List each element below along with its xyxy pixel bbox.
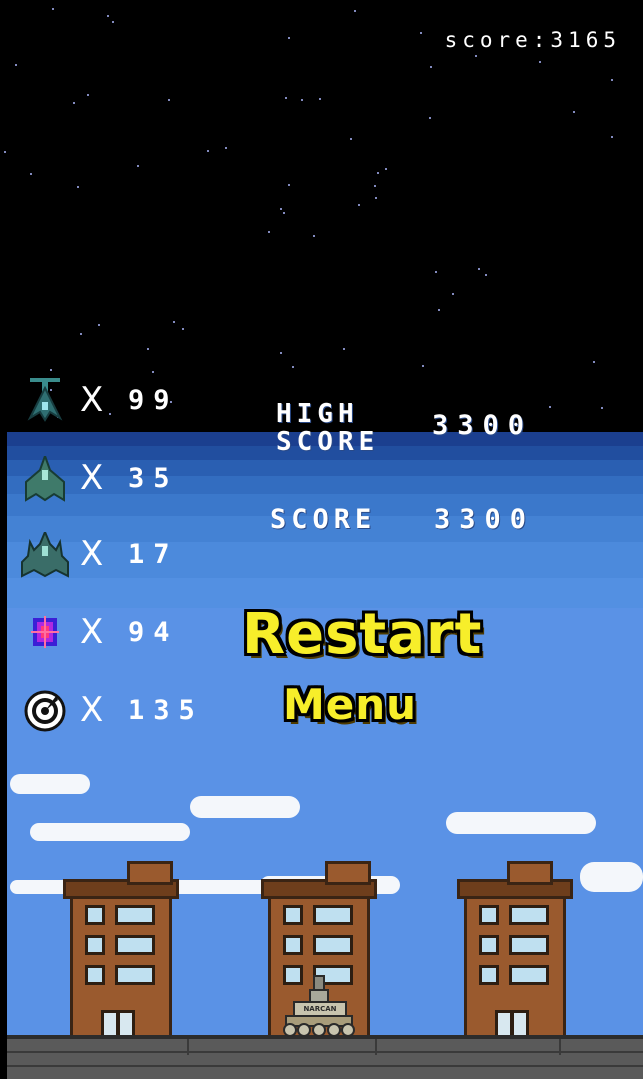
star	[573, 111, 575, 113]
star	[422, 365, 424, 367]
star	[593, 361, 595, 363]
cloud	[446, 812, 596, 834]
star	[168, 99, 170, 101]
kill-stat-row: X 35	[20, 453, 250, 502]
star	[73, 102, 75, 104]
star	[429, 117, 431, 119]
star	[280, 352, 282, 354]
star	[377, 172, 379, 174]
star	[354, 10, 356, 12]
building	[457, 861, 573, 1041]
star	[173, 321, 175, 323]
star	[87, 94, 89, 96]
night-sky	[0, 0, 643, 440]
multiply-sign: X	[80, 458, 104, 498]
player-tank: NARCAN	[278, 974, 360, 1040]
menu-button[interactable]: Menu	[283, 680, 417, 729]
high-score-label: HIGH SCORE	[276, 399, 380, 457]
star	[207, 150, 209, 152]
kill-stat-row: X 99	[20, 378, 250, 424]
star	[358, 204, 360, 206]
cloud	[10, 774, 90, 794]
kill-count: 94	[128, 617, 179, 648]
cloud	[190, 796, 300, 818]
star	[485, 274, 487, 276]
star	[319, 98, 321, 100]
star	[478, 268, 480, 270]
building	[63, 861, 179, 1041]
star	[147, 348, 149, 350]
star	[152, 371, 154, 373]
cloud	[30, 823, 190, 841]
kill-count: 135	[128, 695, 204, 726]
star	[283, 212, 285, 214]
star	[4, 151, 6, 153]
star	[112, 21, 114, 23]
enemy-fighter-small-icon	[20, 378, 70, 424]
kill-stat-row: X 135	[20, 688, 250, 734]
star	[313, 235, 315, 237]
star	[98, 324, 100, 326]
multiply-sign: X	[80, 380, 104, 420]
game-screen: NARCAN score:3165 X 99 X 35 X 17 X 94 X …	[0, 0, 643, 1079]
enemy-fighter-medium-icon	[20, 453, 70, 502]
cloud	[580, 862, 643, 892]
final-score-label: SCORE	[270, 504, 377, 535]
star	[80, 333, 82, 335]
star	[182, 328, 184, 330]
star	[374, 185, 376, 187]
star	[385, 168, 387, 170]
star	[15, 64, 17, 66]
multiply-sign: X	[80, 612, 104, 652]
final-score-value: 3300	[434, 504, 536, 535]
tank-label: NARCAN	[303, 1005, 337, 1013]
enemy-fighter-large-icon	[20, 529, 70, 578]
kill-stat-row: X 17	[20, 529, 250, 578]
star	[107, 15, 109, 17]
star	[452, 293, 454, 295]
star	[350, 138, 352, 140]
star	[611, 79, 613, 81]
star	[268, 231, 270, 233]
star	[285, 97, 287, 99]
powerup-crystal-icon	[20, 610, 70, 656]
kill-count: 99	[128, 385, 179, 416]
multiply-sign: X	[80, 690, 104, 730]
star	[430, 66, 432, 68]
star	[435, 271, 437, 273]
star	[292, 366, 294, 368]
kill-count: 17	[128, 539, 179, 570]
high-score-value: 3300	[432, 410, 534, 441]
star	[539, 61, 541, 63]
star	[438, 309, 440, 311]
star	[420, 32, 422, 34]
star	[52, 8, 54, 10]
star	[343, 348, 345, 350]
star	[280, 208, 282, 210]
kill-count: 35	[128, 463, 179, 494]
star	[611, 136, 613, 138]
star	[30, 173, 32, 175]
star	[475, 55, 477, 57]
current-score: score:3165	[444, 28, 621, 52]
star	[549, 406, 551, 408]
star	[288, 37, 290, 39]
star	[137, 165, 139, 167]
star	[77, 186, 79, 188]
restart-button[interactable]: Restart	[242, 602, 482, 667]
star	[225, 147, 227, 149]
ground	[7, 1035, 643, 1079]
kill-stat-row: X 94	[20, 610, 250, 656]
multiply-sign: X	[80, 534, 104, 574]
star	[301, 99, 303, 101]
stopwatch-icon	[20, 688, 70, 734]
star	[50, 369, 52, 371]
star	[288, 184, 290, 186]
star	[375, 197, 377, 199]
star	[601, 407, 603, 409]
